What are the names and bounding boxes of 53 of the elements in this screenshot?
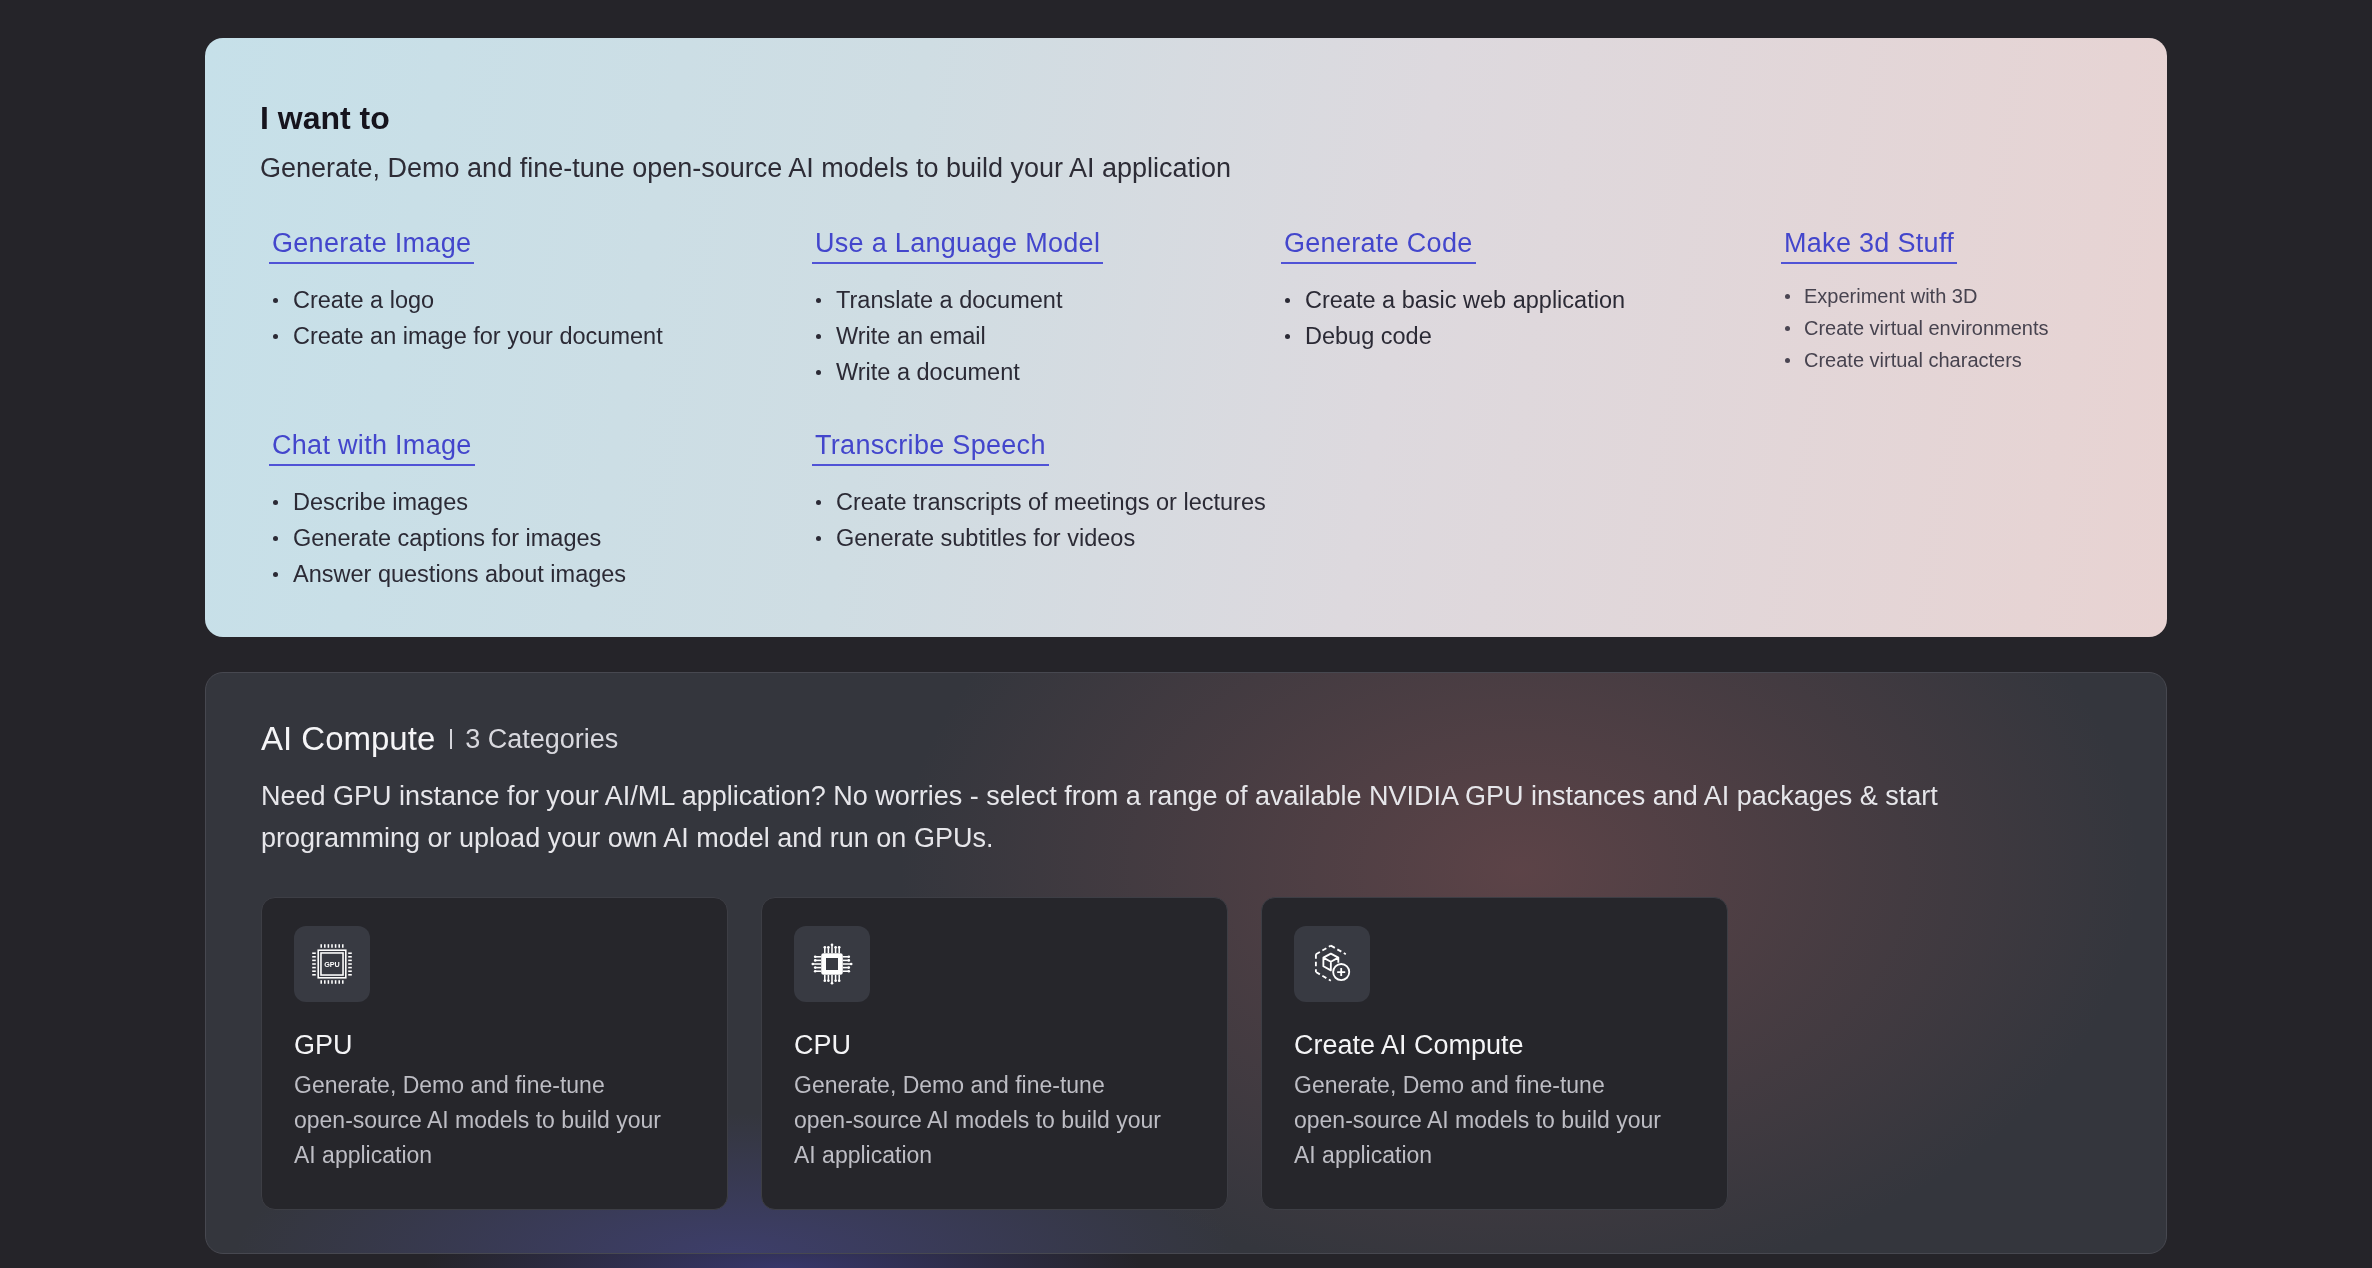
use-case-item: Debug code [1305,322,1432,351]
bullet-icon [816,333,821,339]
card-title: Create AI Compute [1294,1029,1525,1062]
card-title: GPU [294,1029,354,1062]
category-count: 3 Categories [465,723,619,756]
use-case-item: Create virtual environments [1804,316,2049,341]
intro-title: I want to [260,99,391,138]
use-case-item: Generate subtitles for videos [836,524,1136,553]
bullet-icon [273,535,278,541]
bullet-icon [816,369,821,375]
bullet-icon [816,535,821,541]
gpu-chip-icon: GPU [294,926,370,1002]
card-description: Generate, Demo and fine-tune open-source AI models to build your AI application [1294,1071,1662,1170]
use-case-item: Generate captions for images [293,524,602,553]
category-link[interactable]: Generate Code [1281,226,1476,264]
compute-card[interactable]: GPU GPU Generate, Demo and fine-tune open-source AI models to build your AI application [261,897,728,1210]
bullet-icon [273,297,278,303]
category-link[interactable]: Make 3d Stuff [1781,226,1957,264]
cpu-chip-icon [794,926,870,1002]
category-link[interactable]: Use a Language Model [812,226,1104,264]
bullet-icon [1785,325,1790,331]
compute-card[interactable]: Create AI Compute Generate, Demo and fine-tune open-source AI models to build your AI application [1261,897,1728,1210]
bullet-icon [1285,297,1290,303]
bullet-icon [1285,333,1290,339]
use-case-item: Describe images [293,488,468,517]
bullet-icon [816,297,821,303]
use-case-item: Create a basic web application [1305,286,1626,315]
bullet-icon [273,499,278,505]
bullet-icon [273,571,278,577]
category-link[interactable]: Chat with Image [269,428,475,466]
card-description: Generate, Demo and fine-tune open-source AI models to build your AI application [794,1071,1162,1170]
bullet-icon [816,499,821,505]
compute-title: AI Compute [261,719,436,759]
compute-description: Need GPU instance for your AI/ML application? No worries - select from a range of available NVIDIA GPU instances and AI packages & start programming or upload your own AI model and run on GPUs. [261,780,1939,855]
bullet-icon [273,333,278,339]
card-title: CPU [794,1029,852,1062]
category-link[interactable]: Generate Image [269,226,475,264]
bullet-icon [1785,357,1790,363]
cube-plus-icon [1294,926,1370,1002]
use-case-item: Create a logo [293,286,435,315]
use-case-item: Experiment with 3D [1804,284,1978,309]
use-case-item: Create virtual characters [1804,348,2022,373]
category-link[interactable]: Transcribe Speech [812,428,1049,466]
use-case-item: Create an image for your document [293,322,663,351]
use-case-item: Write an email [836,322,986,351]
use-case-item: Create transcripts of meetings or lectures [836,488,1266,517]
use-case-item: Answer questions about images [293,560,627,589]
intro-subtitle: Generate, Demo and fine-tune open-source AI models to build your AI application [260,152,1233,185]
compute-card[interactable]: CPU Generate, Demo and fine-tune open-source AI models to build your AI application [761,897,1228,1210]
card-description: Generate, Demo and fine-tune open-source AI models to build your AI application [294,1071,662,1170]
use-case-item: Write a document [836,358,1020,387]
bullet-icon [1785,293,1790,299]
use-case-item: Translate a document [836,286,1063,315]
